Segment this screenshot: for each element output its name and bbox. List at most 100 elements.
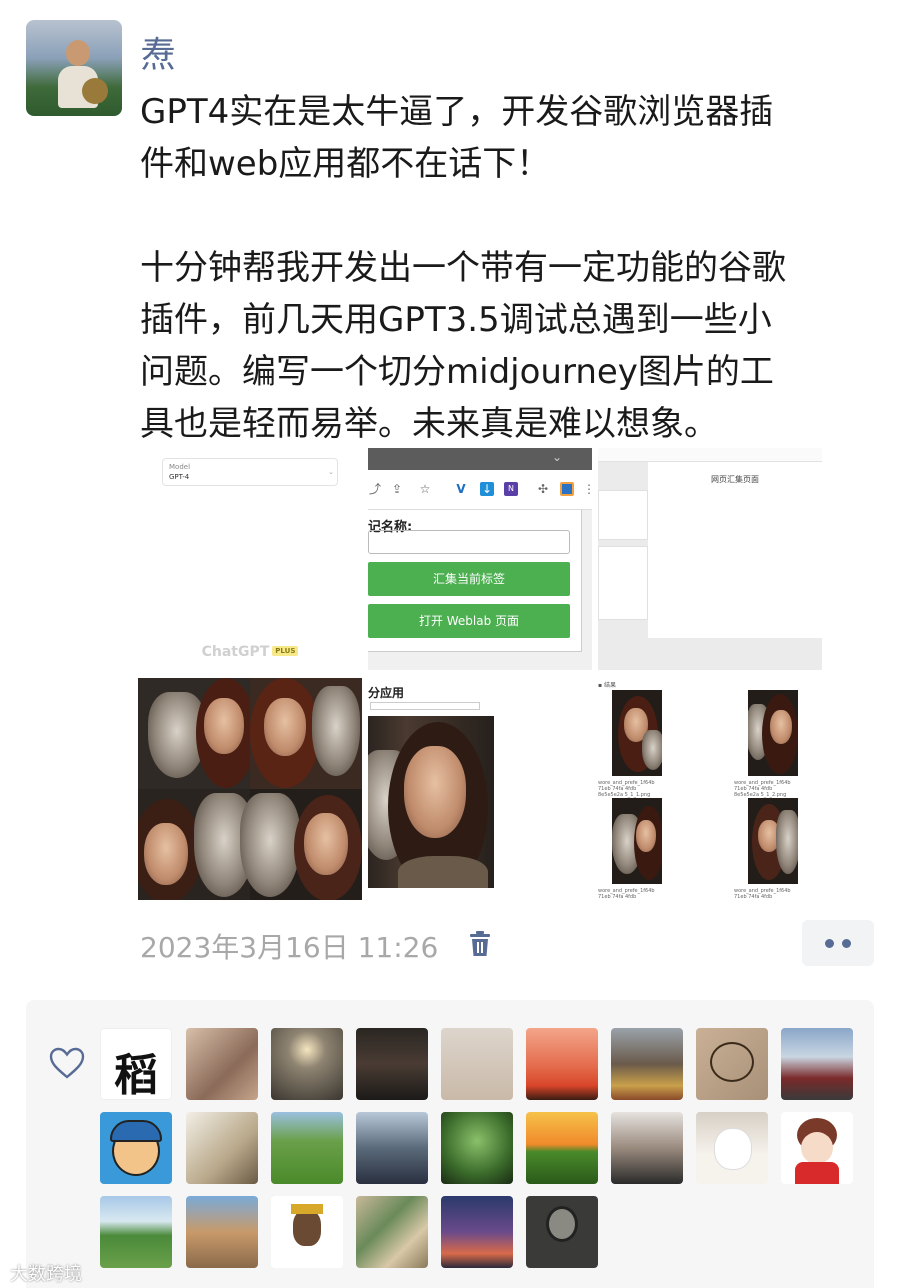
collage-quadrant bbox=[240, 789, 362, 900]
model-label: Model bbox=[169, 463, 191, 471]
chevron-down-icon: ⌄ bbox=[328, 468, 334, 476]
star-icon: ☆ bbox=[419, 482, 431, 496]
collage-quadrant bbox=[138, 789, 254, 900]
avatar-ball bbox=[82, 78, 108, 104]
liker-avatar[interactable] bbox=[781, 1028, 853, 1100]
liker-avatar[interactable] bbox=[526, 1196, 598, 1268]
split-image-2 bbox=[748, 690, 798, 776]
split-image-caption: wore_and_prefe_1f64b 71eb 74fa 4fdb8e5e5… bbox=[598, 780, 655, 798]
preview-image bbox=[368, 716, 494, 888]
image-grid: Model GPT-4 ⌄ ChatGPT PLUS ⌄ ⤴ ⇪ ☆ V ↓ N … bbox=[138, 448, 822, 900]
camera-lens bbox=[546, 1206, 578, 1242]
splitter-app-thumbnail[interactable]: 分应用 bbox=[368, 678, 592, 900]
split-image-4 bbox=[748, 798, 798, 884]
fur-collar-image bbox=[398, 856, 488, 888]
heart-outline-icon bbox=[49, 1047, 85, 1079]
split-image-caption: wore_and_prefe_1f64b 71eb 74fa 4fdb8e5e5… bbox=[734, 888, 791, 900]
face-image bbox=[144, 823, 188, 885]
wolf-collage-thumbnail[interactable] bbox=[138, 678, 362, 900]
liker-avatar[interactable] bbox=[271, 1028, 343, 1100]
extension-panel: 记名称: 汇集当前标签 打开 Weblab 页面 bbox=[368, 510, 582, 652]
face-image bbox=[204, 698, 244, 754]
wolf-image bbox=[240, 793, 300, 897]
chatgpt-brand: ChatGPT PLUS bbox=[138, 644, 362, 660]
address-bar bbox=[598, 448, 822, 462]
model-selector: Model GPT-4 bbox=[162, 458, 338, 486]
cartoon-hat bbox=[110, 1120, 162, 1142]
browser-toolbar: ⤴ ⇪ ☆ V ↓ N ✣ ⋮ bbox=[368, 470, 592, 510]
liker-avatar[interactable] bbox=[100, 1196, 172, 1268]
split-image-3 bbox=[612, 798, 662, 884]
cartoon-face bbox=[293, 1210, 321, 1246]
collage-quadrant bbox=[138, 678, 256, 789]
webpage-screenshot-thumbnail[interactable]: 网页汇集页面 bbox=[598, 448, 822, 670]
brand-name: ChatGPT bbox=[201, 644, 270, 660]
open-weblab-button[interactable]: 打开 Weblab 页面 bbox=[368, 604, 570, 638]
wolf-image bbox=[776, 810, 798, 874]
export-icon: ⇪ bbox=[391, 482, 403, 496]
more-actions-button[interactable] bbox=[802, 920, 874, 966]
face-image bbox=[264, 698, 306, 756]
plan-badge: PLUS bbox=[272, 646, 299, 656]
share-icon: ⤴ bbox=[368, 482, 381, 496]
liker-avatar[interactable] bbox=[271, 1112, 343, 1184]
post-timestamp: 2023年3月16日 11:26 bbox=[140, 931, 439, 964]
split-image-1 bbox=[612, 690, 662, 776]
face-image bbox=[770, 710, 792, 744]
name-input[interactable] bbox=[368, 530, 570, 554]
liker-avatar[interactable] bbox=[186, 1112, 258, 1184]
extension-popup-thumbnail[interactable]: ⌄ ⤴ ⇪ ☆ V ↓ N ✣ ⋮ 记名称: 汇集当前标签 打开 Weblab … bbox=[368, 448, 592, 670]
liker-avatar[interactable] bbox=[441, 1112, 513, 1184]
liker-avatar[interactable] bbox=[781, 1112, 853, 1184]
liker-avatar[interactable] bbox=[356, 1112, 428, 1184]
liker-avatar[interactable] bbox=[611, 1028, 683, 1100]
chatgpt-screenshot-thumbnail[interactable]: Model GPT-4 ⌄ ChatGPT PLUS bbox=[138, 448, 362, 670]
collage-quadrant bbox=[250, 678, 362, 789]
watermark: 大数跨境 bbox=[10, 1264, 82, 1285]
more-vertical-icon: ⋮ bbox=[583, 482, 592, 496]
liker-avatar[interactable] bbox=[356, 1196, 428, 1268]
wolf-image bbox=[312, 686, 360, 776]
wolf-image bbox=[642, 730, 662, 770]
app-title: 分应用 bbox=[368, 686, 405, 700]
liker-avatar[interactable] bbox=[526, 1112, 598, 1184]
liker-avatar[interactable] bbox=[696, 1112, 768, 1184]
liker-avatar[interactable] bbox=[611, 1112, 683, 1184]
split-image-caption: wore_and_prefe_1f64b 71eb 74fa 4fdb8e5e5… bbox=[734, 780, 791, 798]
post-username[interactable]: 焘 bbox=[140, 26, 176, 78]
split-results-thumbnail[interactable]: ▪ 结果 wore_and_prefe_1f64b 71eb 74fa 4fdb… bbox=[598, 678, 822, 900]
liker-avatar[interactable] bbox=[271, 1196, 343, 1268]
liker-avatar[interactable] bbox=[186, 1196, 258, 1268]
dog-face bbox=[714, 1128, 752, 1170]
collect-tabs-button[interactable]: 汇集当前标签 bbox=[368, 562, 570, 596]
liker-avatar[interactable]: 稻 bbox=[100, 1028, 172, 1100]
puzzle-icon: ✣ bbox=[537, 482, 549, 496]
dot-icon bbox=[825, 939, 834, 948]
file-input bbox=[370, 702, 480, 710]
liker-avatar[interactable] bbox=[441, 1028, 513, 1100]
dot-icon bbox=[842, 939, 851, 948]
saved-group-card bbox=[598, 546, 648, 620]
page-title: 网页汇集页面 bbox=[711, 475, 759, 484]
anime-face bbox=[801, 1132, 833, 1164]
likes-section: 稻 bbox=[26, 1000, 874, 1288]
model-value: GPT-4 bbox=[169, 473, 190, 481]
anime-scarf bbox=[795, 1162, 839, 1184]
browser-titlebar: ⌄ bbox=[368, 448, 592, 470]
vue-extension-icon: V bbox=[456, 482, 466, 496]
onenote-extension-icon: N bbox=[504, 482, 518, 496]
liker-avatar[interactable] bbox=[526, 1028, 598, 1100]
liker-avatar[interactable] bbox=[441, 1196, 513, 1268]
cartoon-hat bbox=[291, 1204, 323, 1214]
download-extension-icon: ↓ bbox=[480, 482, 494, 496]
liker-avatar[interactable] bbox=[356, 1028, 428, 1100]
trash-icon[interactable] bbox=[468, 930, 492, 958]
results-header: ▪ 结果 bbox=[598, 682, 616, 689]
liker-avatar[interactable] bbox=[696, 1028, 768, 1100]
avatar-glyph: 稻 bbox=[114, 1050, 158, 1100]
liker-avatar[interactable] bbox=[186, 1028, 258, 1100]
drawn-face bbox=[710, 1042, 754, 1082]
liker-avatar[interactable] bbox=[100, 1112, 172, 1184]
user-avatar[interactable] bbox=[26, 20, 122, 116]
page-body: 网页汇集页面 bbox=[598, 462, 822, 670]
